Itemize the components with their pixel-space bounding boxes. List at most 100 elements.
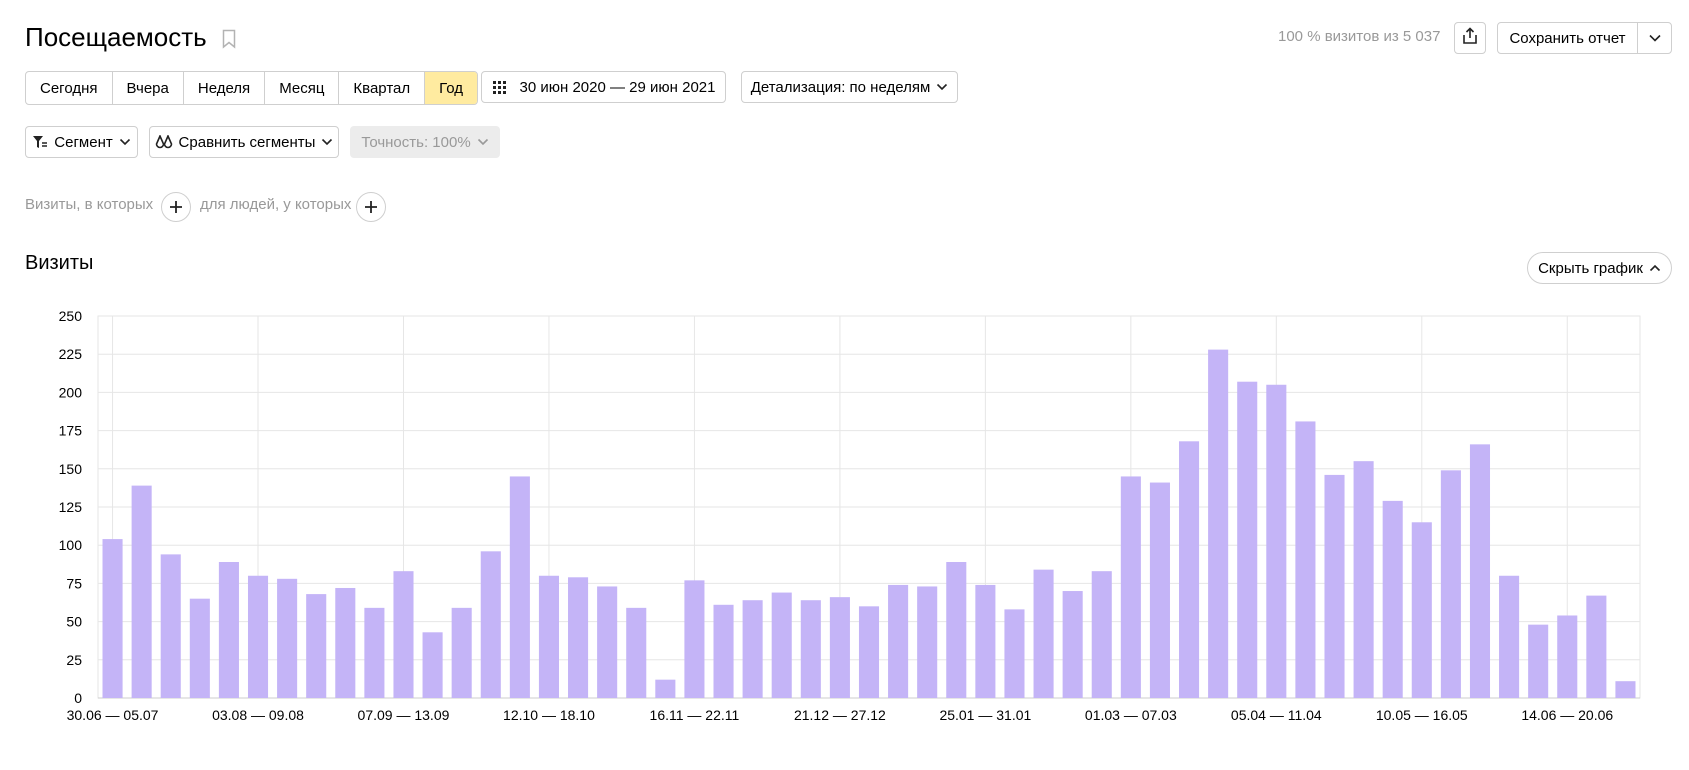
chart-bar — [713, 604, 734, 698]
hide-chart-button[interactable]: Скрыть график — [1527, 252, 1672, 284]
hide-chart-label: Скрыть график — [1538, 259, 1643, 277]
filter-icon — [32, 135, 48, 149]
chart-bar — [160, 554, 181, 698]
chart-bar — [975, 584, 996, 698]
chevron-up-icon — [1649, 264, 1661, 272]
save-report-label: Сохранить отчет — [1509, 29, 1626, 47]
chart-bar — [1469, 444, 1491, 698]
chart-bar — [218, 562, 239, 698]
chart-bar — [917, 586, 938, 698]
chart-bar — [1440, 470, 1461, 698]
chart-bar — [247, 575, 269, 698]
chart-bar — [1411, 522, 1432, 698]
accuracy-label: Точность: 100% — [361, 133, 471, 151]
add-people-condition-button[interactable] — [356, 192, 386, 222]
y-tick-label: 75 — [66, 575, 82, 591]
compare-icon — [155, 135, 173, 149]
chart-bar — [1266, 384, 1287, 698]
chart-bar — [742, 600, 763, 698]
y-tick-label: 250 — [59, 308, 83, 324]
chart-bar — [1149, 482, 1170, 698]
chart-bar — [306, 594, 327, 698]
plus-icon — [365, 201, 377, 213]
chart-bar — [1586, 595, 1607, 698]
x-tick-label: 10.05 — 16.05 — [1376, 707, 1468, 723]
chart-bar — [131, 485, 152, 698]
x-tick-label: 16.11 — 22.11 — [650, 707, 740, 723]
period-today[interactable]: Сегодня — [26, 72, 113, 104]
detail-dropdown[interactable]: Детализация: по неделям — [741, 71, 958, 103]
chart-bar — [393, 571, 414, 698]
chart-bar — [1382, 500, 1403, 698]
y-tick-label: 125 — [59, 499, 83, 515]
date-range-button[interactable]: 30 июн 2020 — 29 июн 2021 — [481, 71, 726, 103]
chart-bar — [1295, 421, 1316, 698]
chart-bar — [800, 600, 821, 698]
chart-bar — [1499, 575, 1520, 698]
period-year[interactable]: Год — [425, 72, 478, 104]
chart-bar — [451, 607, 472, 698]
chart-bar — [946, 562, 967, 698]
chart-bar — [277, 578, 298, 698]
chart-bar — [684, 580, 705, 698]
y-tick-label: 175 — [59, 423, 83, 439]
x-tick-label: 01.03 — 07.03 — [1085, 707, 1177, 723]
chart-bar — [1033, 569, 1054, 698]
chart-bar — [422, 632, 443, 698]
chart-bar — [1528, 624, 1549, 698]
period-month[interactable]: Месяц — [265, 72, 340, 104]
x-tick-label: 14.06 — 20.06 — [1521, 707, 1613, 723]
bookmark-icon[interactable] — [222, 29, 236, 49]
period-yesterday[interactable]: Вчера — [113, 72, 184, 104]
chart-bar — [509, 476, 530, 698]
chart-bar — [480, 551, 501, 698]
chart-bar — [189, 598, 210, 698]
share-button[interactable] — [1454, 22, 1486, 54]
chart-bar — [1237, 381, 1258, 698]
chevron-down-icon — [936, 83, 948, 91]
x-tick-label: 21.12 — 27.12 — [794, 707, 886, 723]
segment-label: Сегмент — [54, 133, 113, 151]
visits-bar-chart: 0 25 50 75 100 125 150 175 200 225 250 30.06 — 05.0… — [59, 308, 1641, 723]
save-report-button[interactable]: Сохранить отчет — [1497, 22, 1672, 54]
chart-bar — [888, 584, 909, 698]
plus-icon — [170, 201, 182, 213]
chart-bar — [1120, 476, 1141, 698]
people-filter-label: для людей, у которых — [200, 196, 352, 213]
chart-bar — [1324, 474, 1345, 698]
chart-bar — [538, 575, 559, 698]
chart-bar — [364, 607, 385, 698]
chart-bar — [1557, 615, 1578, 698]
page-title: Посещаемость — [25, 22, 207, 52]
section-title: Визиты — [25, 252, 94, 274]
compare-segments-dropdown[interactable]: Сравнить сегменты — [149, 126, 339, 158]
chart-bar — [1062, 591, 1083, 698]
chevron-down-icon — [321, 138, 333, 146]
chevron-down-icon — [119, 138, 131, 146]
visits-filter-label: Визиты, в которых — [25, 196, 154, 213]
calendar-icon — [492, 80, 508, 94]
add-visit-condition-button[interactable] — [161, 192, 191, 222]
x-tick-label: 30.06 — 05.07 — [67, 707, 159, 723]
period-quarter[interactable]: Квартал — [339, 72, 426, 104]
chevron-down-icon — [477, 138, 489, 146]
period-week[interactable]: Неделя — [184, 72, 266, 104]
chart-bar — [1615, 681, 1636, 698]
chart-bar — [1353, 461, 1374, 698]
accuracy-dropdown[interactable]: Точность: 100% — [350, 126, 500, 158]
chart-bar — [102, 539, 123, 698]
chart-bar — [597, 586, 618, 698]
y-tick-label: 25 — [66, 652, 82, 668]
segment-dropdown[interactable]: Сегмент — [25, 126, 138, 158]
chart-bar — [1091, 571, 1112, 698]
y-tick-label: 0 — [74, 690, 82, 706]
x-tick-label: 12.10 — 18.10 — [503, 707, 595, 723]
chevron-down-icon[interactable] — [1638, 33, 1671, 43]
chart-bar — [568, 577, 589, 698]
y-tick-label: 150 — [59, 461, 83, 477]
date-range-label: 30 июн 2020 — 29 июн 2021 — [519, 78, 716, 96]
chart-bar — [626, 607, 647, 698]
y-tick-label: 225 — [59, 346, 83, 362]
share-icon — [1462, 27, 1478, 49]
chart-bar — [655, 679, 676, 698]
